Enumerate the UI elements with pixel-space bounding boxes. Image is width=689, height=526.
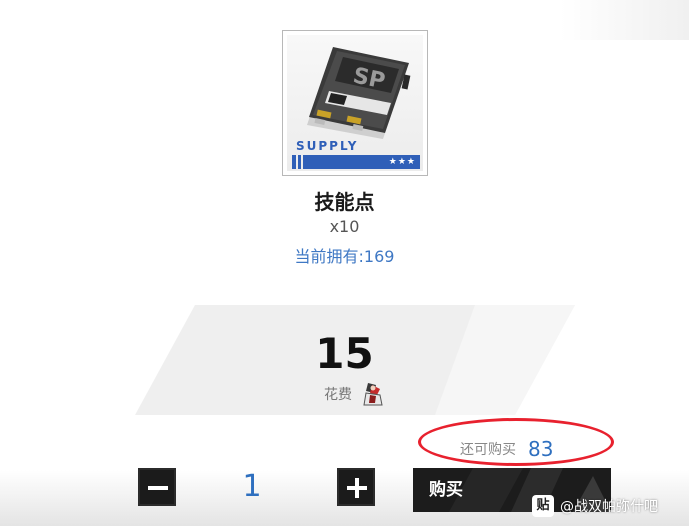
item-name: 技能点 — [314, 190, 375, 214]
item-quantity: x10 — [329, 217, 360, 236]
minus-icon — [148, 486, 168, 490]
remaining-value: 83 — [528, 437, 554, 461]
decrease-button[interactable] — [138, 468, 176, 506]
rarity-stars: ★★★ — [388, 157, 416, 167]
skill-chip-icon: SP — [307, 47, 411, 139]
rarity-bar: ★★★ — [292, 155, 420, 169]
watermark-logo: 贴 — [532, 495, 554, 517]
owned-count: 当前拥有:169 — [294, 247, 395, 266]
plus-icon — [347, 478, 367, 498]
item-card[interactable]: SP SUPPLY ★★★ — [282, 30, 428, 176]
increase-button[interactable] — [337, 468, 375, 506]
price-value: 15 — [315, 329, 374, 378]
watermark: 贴 @战双帕弥什吧 — [532, 492, 658, 520]
remaining-label: 还可购买 — [460, 442, 516, 458]
buy-label: 购买 — [429, 480, 463, 500]
item-image: SP SUPPLY ★★★ — [287, 35, 423, 171]
cost-row: 花费 — [324, 380, 384, 408]
currency-figure-icon — [363, 383, 383, 406]
remaining-row: 还可购买 83 — [460, 436, 553, 462]
watermark-text: @战双帕弥什吧 — [560, 499, 658, 515]
cost-label: 花费 — [324, 387, 352, 403]
quantity-value[interactable]: 1 — [200, 466, 304, 508]
supply-label: SUPPLY — [296, 139, 359, 153]
background-stripe-top — [560, 0, 689, 40]
